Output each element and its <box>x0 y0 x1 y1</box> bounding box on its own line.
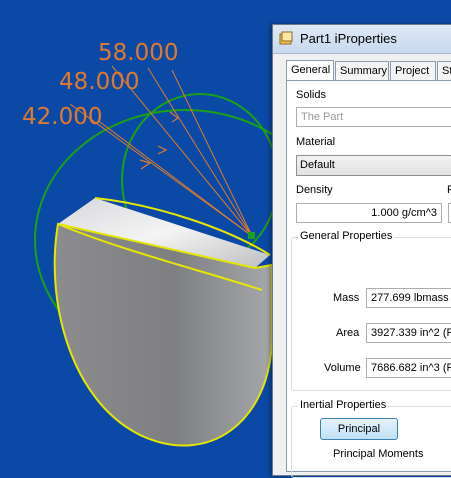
volume-field[interactable]: 7686.682 in^3 (R <box>366 358 451 378</box>
density-label: Density <box>296 184 333 196</box>
general-properties-title: General Properties <box>298 230 395 242</box>
mass-field[interactable]: 277.699 lbmass ( <box>366 288 451 308</box>
solids-label: Solids <box>296 89 326 101</box>
dialog-titlebar[interactable]: Part1 iProperties <box>273 25 451 54</box>
area-label: Area <box>336 327 360 339</box>
material-label: Material <box>296 136 336 148</box>
tab-summary[interactable]: Summary <box>335 61 389 80</box>
principal-button[interactable]: Principal <box>320 418 398 440</box>
density-side-label: R <box>447 184 451 196</box>
material-select[interactable]: Default <box>296 155 451 176</box>
dimension-arrows <box>139 111 180 170</box>
dimension-label-58[interactable]: 58.000 <box>98 40 178 66</box>
tab-status[interactable]: St <box>437 61 451 80</box>
sketch-point <box>248 232 255 239</box>
mass-label: Mass <box>333 292 360 304</box>
tab-general[interactable]: General <box>286 60 334 81</box>
dialog-title: Part1 iProperties <box>300 31 397 46</box>
solids-field: The Part <box>296 107 451 127</box>
volume-label: Volume <box>324 362 361 374</box>
inertial-properties-group: Inertial Properties <box>291 399 451 478</box>
principal-moments-label: Principal Moments <box>333 448 424 460</box>
dimension-label-42[interactable]: 42.000 <box>22 104 102 130</box>
density-field[interactable]: 1.000 g/cm^3 <box>296 203 442 223</box>
inertial-properties-title: Inertial Properties <box>298 399 389 411</box>
dimension-label-48[interactable]: 48.000 <box>59 69 139 95</box>
tab-project[interactable]: Project <box>390 61 436 80</box>
area-field[interactable]: 3927.339 in^2 (R <box>366 323 451 343</box>
part-icon <box>279 31 293 45</box>
